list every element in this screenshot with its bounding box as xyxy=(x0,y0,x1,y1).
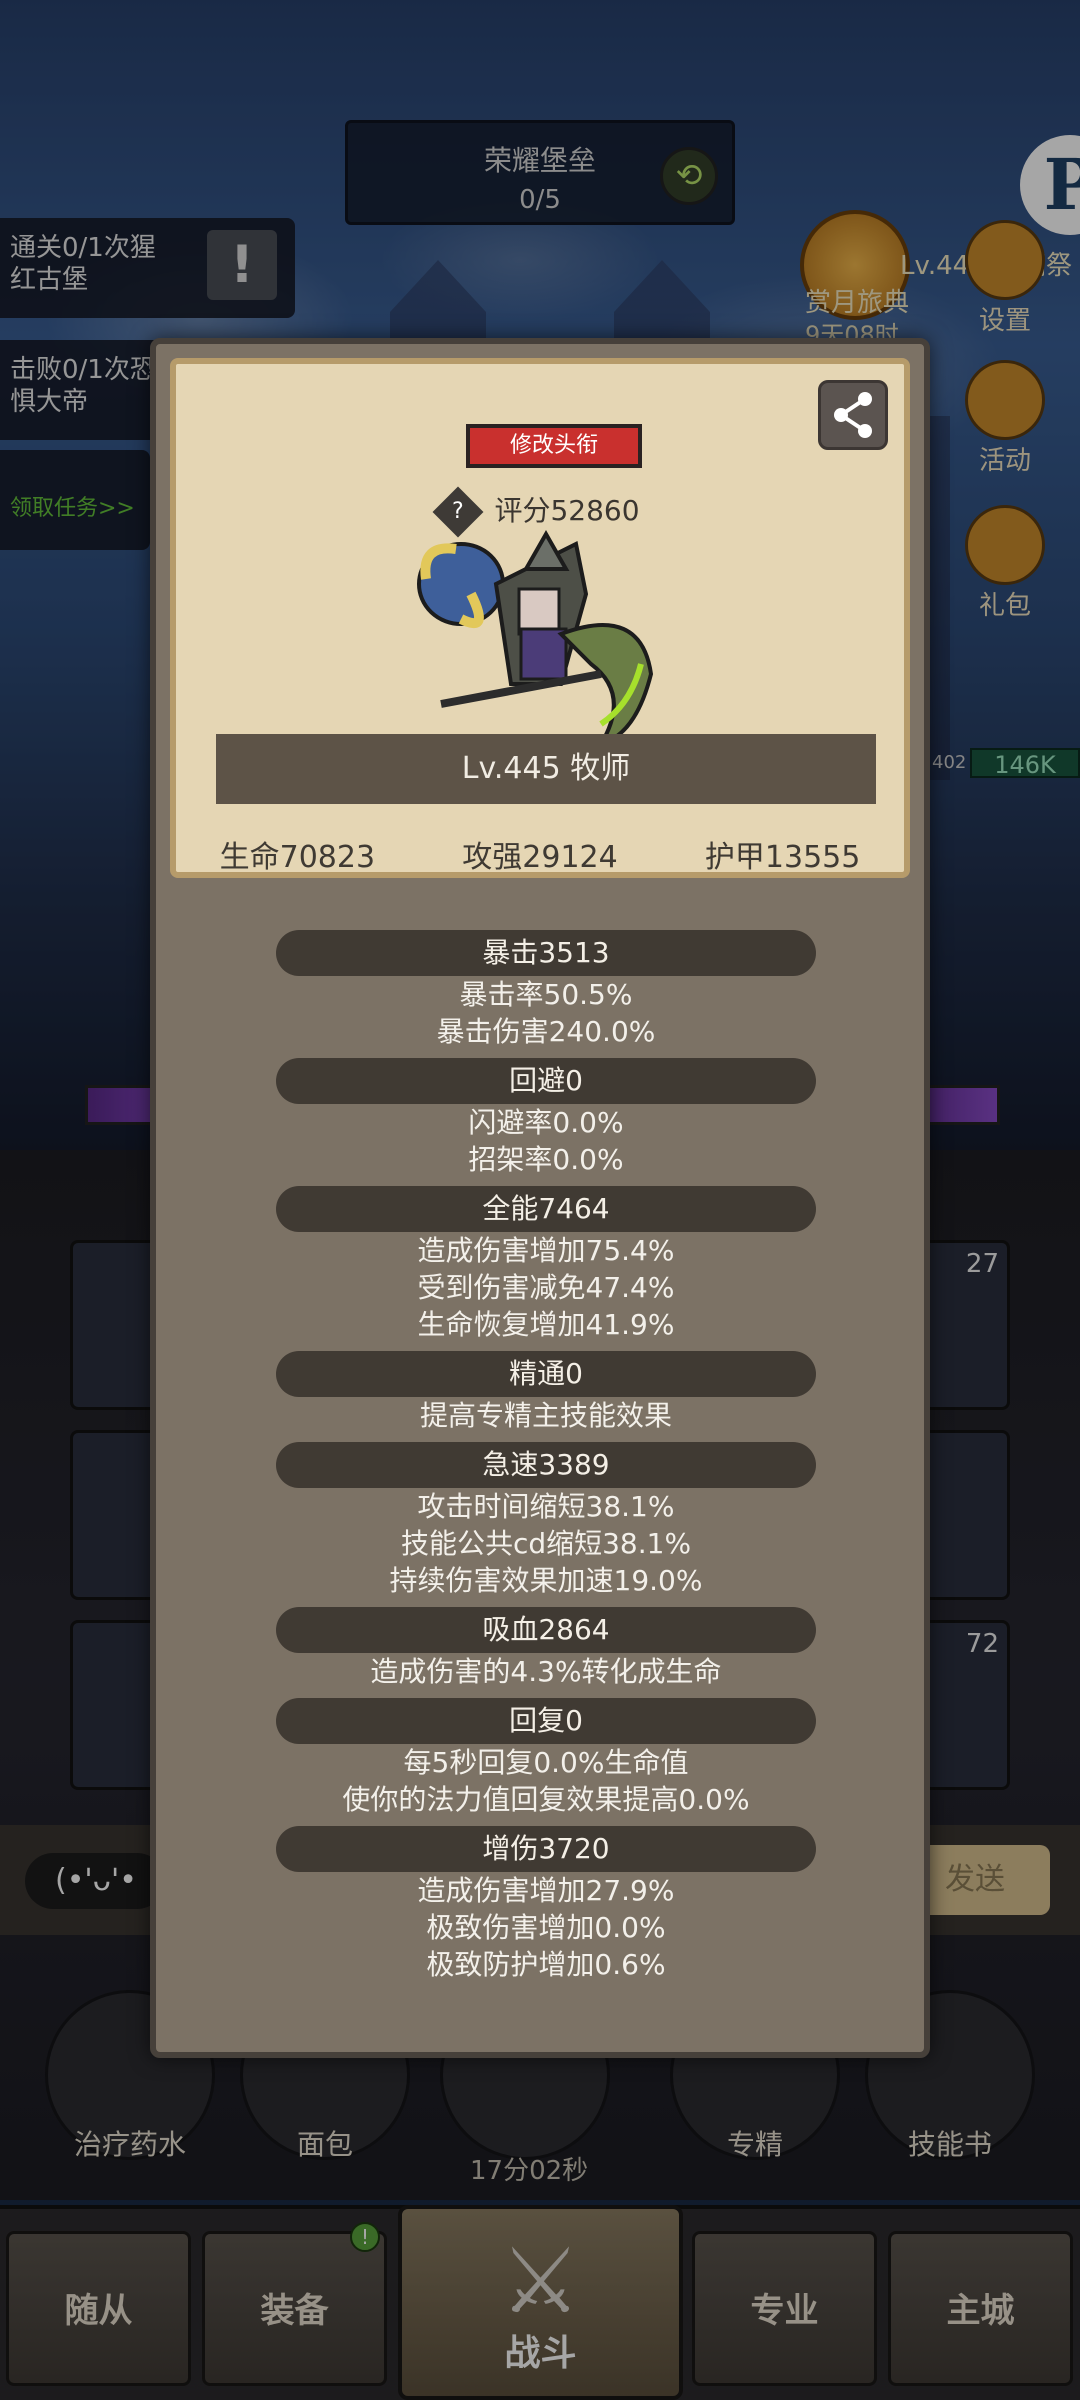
stat-detail: 造成伤害增加27.9% xyxy=(417,1874,675,1907)
stat-detail: 暴击伤害240.0% xyxy=(436,1015,656,1048)
secondary-stats-list: 暴击3513 暴击率50.5% 暴击伤害240.0% 回避0 闪避率0.0% 招… xyxy=(156,922,936,1983)
stat-detail: 招架率0.0% xyxy=(468,1143,624,1176)
stat-detail: 极致伤害增加0.0% xyxy=(426,1911,666,1944)
stat-detail: 攻击时间缩短38.1% xyxy=(417,1490,675,1523)
stat-header-crit: 暴击3513 xyxy=(276,930,816,976)
stat-header-avoidance: 回避0 xyxy=(276,1058,816,1104)
share-button[interactable] xyxy=(818,380,888,450)
stat-header-leech: 吸血2864 xyxy=(276,1607,816,1653)
stat-detail: 技能公共cd缩短38.1% xyxy=(400,1527,692,1560)
stat-detail: 造成伤害增加75.4% xyxy=(417,1234,675,1267)
stat-attack-power: 攻强29124 xyxy=(462,840,618,875)
stat-detail: 使你的法力值回复效果提高0.0% xyxy=(342,1783,750,1816)
stat-detail: 提高专精主技能效果 xyxy=(419,1399,672,1432)
stat-detail: 持续伤害效果加速19.0% xyxy=(389,1564,703,1597)
stat-header-versatility: 全能7464 xyxy=(276,1186,816,1232)
stat-armor: 护甲13555 xyxy=(704,840,861,875)
stat-detail: 暴击率50.5% xyxy=(459,978,633,1011)
stat-detail: 极致防护增加0.6% xyxy=(426,1948,666,1981)
score-text: 评分52860 xyxy=(494,494,640,527)
stat-header-damage-bonus: 增伤3720 xyxy=(276,1826,816,1872)
stat-header-regen: 回复0 xyxy=(276,1698,816,1744)
share-icon xyxy=(834,392,872,438)
base-stats: 生命70823 攻强29124 护甲13555 xyxy=(176,832,904,876)
stat-health: 生命70823 xyxy=(219,840,376,875)
character-card: 修改头衔 ? 评分52860 Lv.445 牧师 生命70823 攻强29124 … xyxy=(170,358,910,878)
stat-detail: 造成伤害的4.3%转化成生命 xyxy=(370,1655,722,1688)
stat-detail: 生命恢复增加41.9% xyxy=(417,1308,675,1341)
character-stats-modal: 修改头衔 ? 评分52860 Lv.445 牧师 生命70823 攻强29124 … xyxy=(150,338,930,2058)
edit-title-button[interactable]: 修改头衔 xyxy=(466,424,642,468)
stat-detail: 每5秒回复0.0%生命值 xyxy=(403,1746,689,1779)
stat-detail: 受到伤害减免47.4% xyxy=(417,1271,675,1304)
stat-detail: 闪避率0.0% xyxy=(468,1106,624,1139)
hero-name-band: Lv.445 牧师 xyxy=(216,734,876,804)
stat-header-mastery: 精通0 xyxy=(276,1351,816,1397)
priest-hero-avatar xyxy=(417,529,654,748)
stat-header-haste: 急速3389 xyxy=(276,1442,816,1488)
